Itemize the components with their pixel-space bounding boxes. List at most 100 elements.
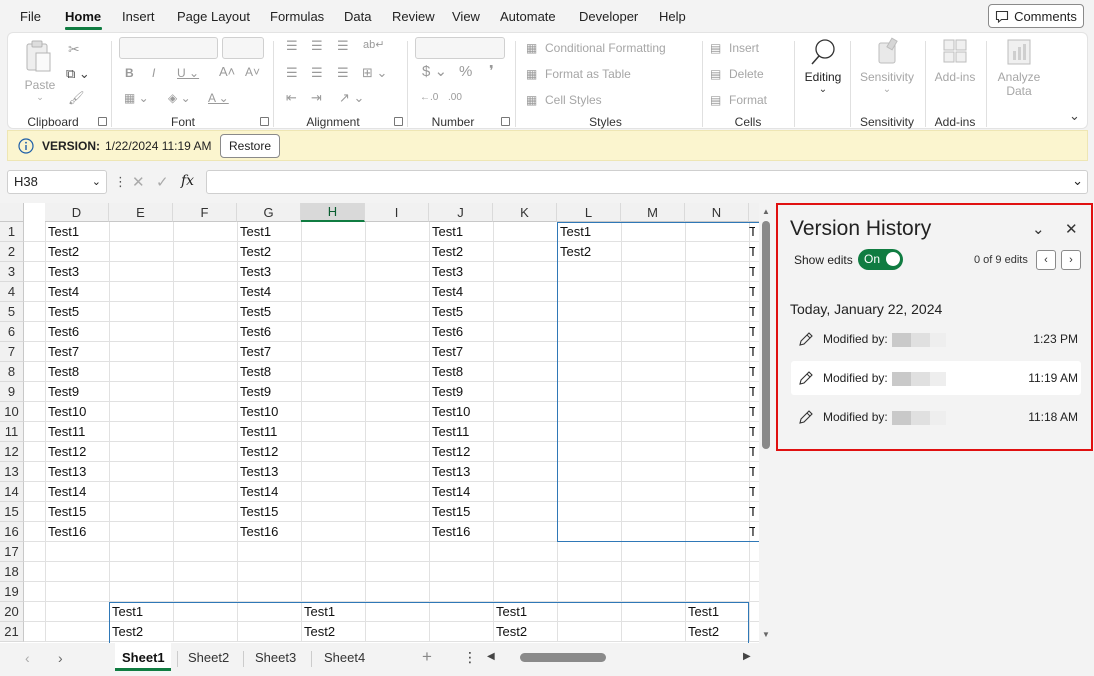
cell[interactable]: Test8 bbox=[429, 362, 493, 382]
column-header-E[interactable]: E bbox=[109, 203, 173, 222]
cell[interactable]: Test14 bbox=[429, 482, 493, 502]
cell[interactable]: Test13 bbox=[429, 462, 493, 482]
cell[interactable]: Test8 bbox=[237, 362, 301, 382]
insert-function-icon[interactable]: fx bbox=[181, 173, 194, 189]
cell-styles-button[interactable]: Cell Styles bbox=[545, 93, 602, 107]
cell[interactable]: Test4 bbox=[429, 282, 493, 302]
cell[interactable]: Test12 bbox=[237, 442, 301, 462]
vertical-scroll-thumb[interactable] bbox=[762, 221, 770, 449]
cell[interactable]: Test13 bbox=[45, 462, 109, 482]
cell[interactable]: Test11 bbox=[45, 422, 109, 442]
cell[interactable]: Test5 bbox=[45, 302, 109, 322]
column-header-G[interactable]: G bbox=[237, 203, 301, 222]
menu-view[interactable]: View bbox=[452, 9, 480, 24]
sensitivity-button[interactable]: Sensitivity ⌄ bbox=[856, 37, 918, 103]
align-middle-icon[interactable]: ☰ bbox=[311, 39, 323, 53]
row-header-8[interactable]: 8 bbox=[0, 362, 24, 382]
fill-color-icon[interactable]: ◈ ⌄ bbox=[168, 91, 191, 105]
version-entry-selected[interactable]: Modified by: 11:19 AM bbox=[791, 361, 1081, 395]
cell[interactable]: Test8 bbox=[45, 362, 109, 382]
increase-font-icon[interactable]: A˄ bbox=[219, 65, 235, 79]
scroll-down-icon[interactable]: ▼ bbox=[762, 630, 770, 639]
cell[interactable]: Test4 bbox=[45, 282, 109, 302]
tab-scroll-right-icon[interactable]: › bbox=[58, 650, 63, 666]
column-header-D[interactable]: D bbox=[45, 203, 109, 222]
format-painter-icon[interactable]: 🖌 bbox=[68, 91, 85, 105]
row-header-17[interactable]: 17 bbox=[0, 542, 24, 562]
cell[interactable]: Test5 bbox=[429, 302, 493, 322]
cell[interactable]: Test1 bbox=[429, 222, 493, 242]
row-header-13[interactable]: 13 bbox=[0, 462, 24, 482]
increase-decimal-icon[interactable]: ←.0 bbox=[420, 91, 438, 105]
menu-file[interactable]: File bbox=[20, 9, 41, 24]
row-header-6[interactable]: 6 bbox=[0, 322, 24, 342]
paste-button[interactable]: Paste ⌄ bbox=[23, 39, 57, 102]
wrap-text-icon[interactable]: ab↵ bbox=[363, 38, 384, 52]
column-header-F[interactable]: F bbox=[173, 203, 237, 222]
horizontal-scroll-thumb[interactable] bbox=[520, 653, 606, 662]
more-icon[interactable]: ⋮ bbox=[114, 174, 127, 190]
menu-review[interactable]: Review bbox=[392, 9, 435, 24]
enter-icon[interactable]: ✓ bbox=[156, 173, 169, 191]
comma-icon[interactable]: ❜ bbox=[489, 64, 494, 79]
number-launcher-icon[interactable] bbox=[501, 117, 510, 126]
cell[interactable]: Test2 bbox=[429, 242, 493, 262]
add-sheet-icon[interactable]: + bbox=[422, 647, 432, 667]
cell[interactable]: Test10 bbox=[45, 402, 109, 422]
menu-insert[interactable]: Insert bbox=[122, 9, 155, 24]
decrease-indent-icon[interactable]: ⇤ bbox=[286, 91, 297, 105]
copy-icon[interactable]: ⧉ ⌄ bbox=[66, 67, 90, 81]
cell[interactable]: Test10 bbox=[237, 402, 301, 422]
sheet-tab-2[interactable]: Sheet2 bbox=[188, 650, 229, 665]
cell[interactable]: Test6 bbox=[45, 322, 109, 342]
editing-button[interactable]: Editing ⌄ bbox=[801, 37, 845, 103]
alignment-launcher-icon[interactable] bbox=[394, 117, 403, 126]
decrease-decimal-icon[interactable]: .00 bbox=[448, 91, 462, 105]
name-box[interactable]: H38 ⌄ bbox=[7, 170, 107, 194]
menu-automate[interactable]: Automate bbox=[500, 9, 556, 24]
cell[interactable]: Test15 bbox=[237, 502, 301, 522]
cell[interactable]: Test12 bbox=[45, 442, 109, 462]
row-header-3[interactable]: 3 bbox=[0, 262, 24, 282]
column-header-M[interactable]: M bbox=[621, 203, 685, 222]
cell[interactable]: Test16 bbox=[237, 522, 301, 542]
row-header-11[interactable]: 11 bbox=[0, 422, 24, 442]
cell[interactable]: Test9 bbox=[45, 382, 109, 402]
row-header-14[interactable]: 14 bbox=[0, 482, 24, 502]
cell[interactable]: Test13 bbox=[237, 462, 301, 482]
version-entry[interactable]: Modified by: 1:23 PM bbox=[791, 322, 1081, 356]
menu-data[interactable]: Data bbox=[344, 9, 371, 24]
row-header-1[interactable]: 1 bbox=[0, 222, 24, 242]
row-header-15[interactable]: 15 bbox=[0, 502, 24, 522]
cell[interactable]: Test3 bbox=[429, 262, 493, 282]
menu-home[interactable]: Home bbox=[65, 9, 101, 24]
column-header-L[interactable]: L bbox=[557, 203, 621, 222]
more-options-icon[interactable]: ⋮ bbox=[463, 649, 477, 666]
formula-input[interactable]: ⌄ bbox=[206, 170, 1088, 194]
row-header-12[interactable]: 12 bbox=[0, 442, 24, 462]
underline-icon[interactable]: U ⌄ bbox=[177, 66, 199, 80]
menu-developer[interactable]: Developer bbox=[579, 9, 638, 24]
insert-cells-button[interactable]: Insert bbox=[729, 41, 759, 55]
sheet-tab-4[interactable]: Sheet4 bbox=[324, 650, 365, 665]
row-header-19[interactable]: 19 bbox=[0, 582, 24, 602]
restore-button[interactable]: Restore bbox=[220, 134, 280, 158]
cell[interactable]: Test4 bbox=[237, 282, 301, 302]
align-bottom-icon[interactable]: ☰ bbox=[337, 39, 349, 53]
cell[interactable]: Test2 bbox=[237, 242, 301, 262]
italic-icon[interactable]: I bbox=[152, 66, 155, 80]
row-header-4[interactable]: 4 bbox=[0, 282, 24, 302]
comments-button[interactable]: Comments bbox=[988, 4, 1084, 28]
select-all-corner[interactable] bbox=[0, 203, 24, 222]
currency-icon[interactable]: $ ⌄ bbox=[422, 64, 447, 79]
addins-button[interactable]: Add-ins bbox=[930, 37, 980, 103]
analyze-data-button[interactable]: Analyze Data bbox=[992, 37, 1046, 109]
number-format-dropdown[interactable] bbox=[415, 37, 505, 59]
collapse-chevron-icon[interactable]: ⌄ bbox=[1032, 220, 1045, 238]
cell[interactable]: Test3 bbox=[237, 262, 301, 282]
vertical-scrollbar[interactable]: ▲ ▼ bbox=[759, 203, 773, 643]
row-header-20[interactable]: 20 bbox=[0, 602, 24, 622]
show-edits-toggle[interactable]: On bbox=[858, 249, 903, 270]
sheet-tab-1[interactable]: Sheet1 bbox=[122, 650, 165, 665]
orientation-icon[interactable]: ↗ ⌄ bbox=[339, 91, 364, 105]
